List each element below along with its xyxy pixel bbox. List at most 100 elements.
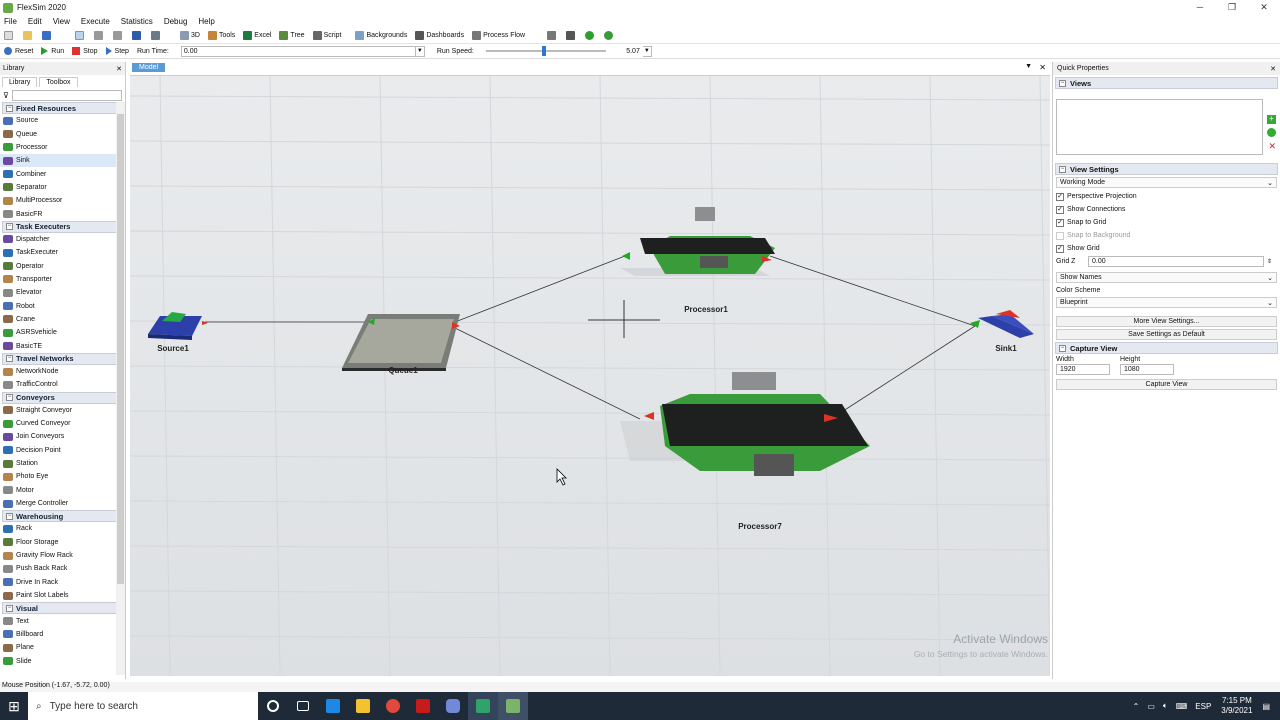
check-snap-grid[interactable]: ✓ Snap to Grid: [1053, 216, 1280, 229]
library-item-gravity-flow-rack[interactable]: Gravity Flow Rack: [0, 549, 125, 562]
library-scrollbar[interactable]: [116, 102, 125, 675]
section-capture-view[interactable]: − Capture View: [1055, 342, 1278, 354]
quick-properties-close-icon[interactable]: ✕: [1270, 65, 1276, 73]
processor1-object[interactable]: [620, 207, 775, 276]
cortana-icon[interactable]: [258, 692, 288, 720]
help-icon[interactable]: [585, 31, 596, 40]
section-view-settings[interactable]: − View Settings: [1055, 163, 1278, 175]
tab-close-icon[interactable]: ✕: [1039, 63, 1046, 72]
checkbox-checked-icon[interactable]: ✓: [1056, 244, 1064, 253]
model-scene[interactable]: [130, 76, 1050, 676]
discord-icon[interactable]: [438, 692, 468, 720]
category-warehousing[interactable]: − Warehousing: [2, 510, 123, 523]
windows-start-icon[interactable]: ⊞: [0, 692, 28, 720]
link-mode-icon[interactable]: [113, 31, 124, 40]
check-connections[interactable]: ✓ Show Connections: [1053, 203, 1280, 216]
menu-view[interactable]: View: [53, 17, 70, 26]
section-views[interactable]: − Views: [1055, 77, 1278, 89]
checkbox-checked-icon[interactable]: ✓: [1056, 192, 1064, 201]
step-button[interactable]: Step: [105, 47, 129, 55]
mail-icon[interactable]: [318, 692, 348, 720]
library-item-text[interactable]: Text: [0, 614, 125, 627]
tray-chevron-up-icon[interactable]: ⌃: [1133, 702, 1140, 711]
library-scroll-thumb[interactable]: [117, 114, 124, 584]
library-item-basicte[interactable]: BasicTE: [0, 340, 125, 353]
library-item-crane[interactable]: Crane: [0, 313, 125, 326]
checkbox-checked-icon[interactable]: ✓: [1056, 218, 1064, 227]
library-item-push-back-rack[interactable]: Push Back Rack: [0, 562, 125, 575]
run-speed-thumb[interactable]: [541, 46, 546, 56]
keyboard-icon[interactable]: ⌨: [1176, 702, 1188, 711]
save-settings-default-button[interactable]: Save Settings as Default: [1056, 329, 1277, 340]
check-perspective[interactable]: ✓ Perspective Projection: [1053, 190, 1280, 203]
library-item-basicfr[interactable]: BasicFR: [0, 207, 125, 220]
toolbar-script-button[interactable]: Script: [312, 31, 341, 40]
sink1-object[interactable]: [970, 310, 1034, 338]
checkbox-unchecked-icon[interactable]: [1056, 231, 1064, 240]
library-item-multiprocessor[interactable]: MultiProcessor: [0, 194, 125, 207]
menu-debug[interactable]: Debug: [164, 17, 188, 26]
toolbar-tree-button[interactable]: Tree: [279, 31, 305, 40]
library-item-decision-point[interactable]: Decision Point: [0, 444, 125, 457]
save-icon[interactable]: [42, 31, 53, 40]
library-close-icon[interactable]: ✕: [116, 65, 122, 73]
new-icon[interactable]: [4, 31, 15, 40]
mode-select[interactable]: Working Mode ⌄: [1056, 177, 1277, 188]
app-icon[interactable]: [468, 692, 498, 720]
check-snap-background[interactable]: Snap to Background: [1053, 229, 1280, 242]
library-item-sink[interactable]: Sink: [0, 154, 125, 168]
menu-edit[interactable]: Edit: [28, 17, 42, 26]
color-scheme-select[interactable]: Blueprint ⌄: [1056, 297, 1277, 308]
library-item-floor-storage[interactable]: Floor Storage: [0, 536, 125, 549]
menu-statistics[interactable]: Statistics: [121, 17, 153, 26]
library-item-transporter[interactable]: Transporter: [0, 273, 125, 286]
connect-mode-icon[interactable]: [94, 31, 105, 40]
library-item-drive-in-rack[interactable]: Drive In Rack: [0, 576, 125, 589]
tab-toolbox[interactable]: Toolbox: [39, 76, 78, 87]
acrobat-icon[interactable]: [408, 692, 438, 720]
library-item-merge-controller[interactable]: Merge Controller: [0, 497, 125, 510]
grid-icon[interactable]: [566, 31, 577, 40]
library-item-dispatcher[interactable]: Dispatcher: [0, 233, 125, 246]
run-time-dropdown-icon[interactable]: ▼: [415, 45, 425, 57]
library-item-combiner[interactable]: Combiner: [0, 167, 125, 180]
spinner-icon[interactable]: ⇕: [1267, 258, 1272, 265]
library-item-queue[interactable]: Queue: [0, 127, 125, 140]
library-item-separator[interactable]: Separator: [0, 181, 125, 194]
library-item-robot[interactable]: Robot: [0, 299, 125, 312]
view-mode-icon[interactable]: [132, 31, 143, 40]
reset-button[interactable]: Reset: [4, 47, 33, 55]
model-3d-view[interactable]: Source1 Queue1 Processor1 Processor7 Sin…: [130, 76, 1050, 676]
category-travel-networks[interactable]: − Travel Networks: [2, 352, 123, 365]
library-item-paint-slot-labels[interactable]: Paint Slot Labels: [0, 589, 125, 602]
tab-library[interactable]: Library: [2, 76, 38, 87]
library-item-join-conveyors[interactable]: Join Conveyors: [0, 430, 125, 443]
checkbox-checked-icon[interactable]: ✓: [1056, 205, 1064, 214]
file-explorer-icon[interactable]: [348, 692, 378, 720]
add-view-icon[interactable]: +: [1267, 115, 1276, 124]
chrome-icon[interactable]: [378, 692, 408, 720]
toolbar-3d-button[interactable]: 3D: [180, 31, 200, 40]
library-item-photo-eye[interactable]: Photo Eye: [0, 470, 125, 483]
library-item-slide[interactable]: Slide: [0, 654, 125, 667]
flexsim-taskbar-icon[interactable]: [498, 692, 528, 720]
tab-model[interactable]: Model: [132, 63, 166, 72]
maximize-icon[interactable]: ❐: [1216, 0, 1248, 15]
library-item-networknode[interactable]: NetworkNode: [0, 365, 125, 378]
library-item-straight-conveyor[interactable]: Straight Conveyor: [0, 404, 125, 417]
delete-view-icon[interactable]: ✕: [1268, 141, 1276, 152]
toolbar-dashboards-button[interactable]: Dashboards: [415, 31, 464, 40]
library-item-elevator[interactable]: Elevator: [0, 286, 125, 299]
library-item-taskexecuter[interactable]: TaskExecuter: [0, 246, 125, 259]
speaker-icon[interactable]: 🔈︎: [1163, 701, 1168, 711]
library-item-rack[interactable]: Rack: [0, 522, 125, 535]
source1-object[interactable]: [148, 312, 208, 340]
views-list[interactable]: [1056, 99, 1263, 155]
open-icon[interactable]: [23, 31, 34, 40]
minimize-icon[interactable]: ─: [1184, 0, 1216, 15]
width-input[interactable]: 1920: [1056, 364, 1110, 375]
run-speed-dropdown-icon[interactable]: ▼: [642, 45, 652, 57]
toolbar-process-flow-button[interactable]: Process Flow: [472, 31, 525, 40]
select-mode-icon[interactable]: [75, 31, 86, 40]
language-indicator[interactable]: ESP: [1195, 702, 1211, 711]
